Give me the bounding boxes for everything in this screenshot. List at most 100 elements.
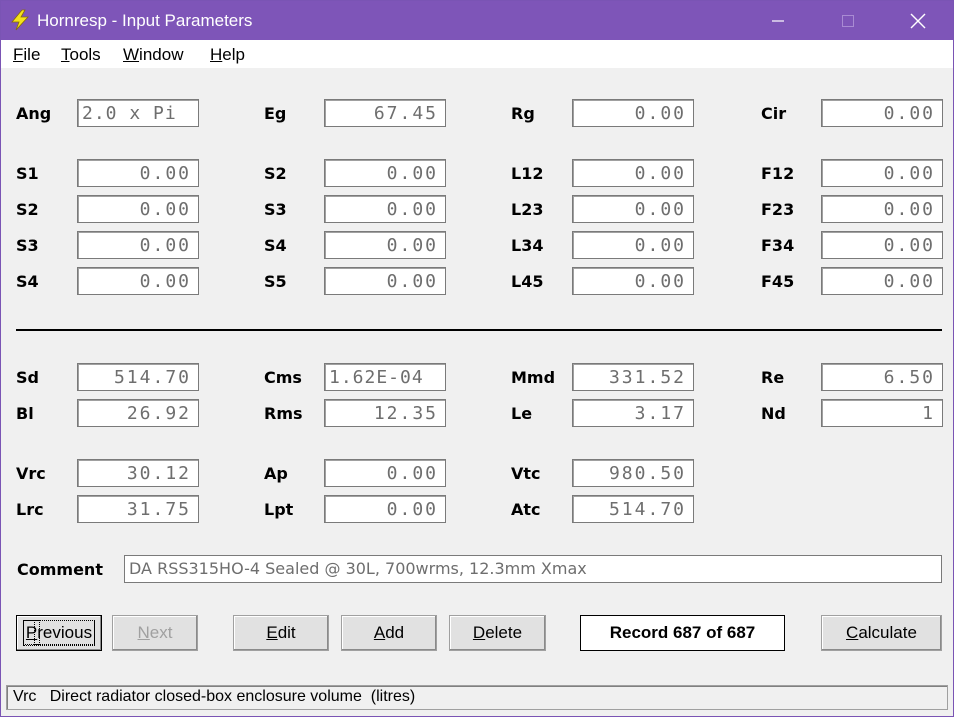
label-f12: F12 <box>761 164 795 183</box>
field-s2[interactable]: 0.00 <box>77 195 199 223</box>
previous-accel: P <box>22 620 41 645</box>
field-eg[interactable]: 67.45 <box>324 99 446 127</box>
label-f45: F45 <box>761 272 795 291</box>
field-lpt[interactable]: 0.00 <box>324 495 446 523</box>
comment-field[interactable]: DA RSS315HO-4 Sealed @ 30L, 700wrms, 12.… <box>124 555 942 583</box>
field-s5[interactable]: 0.00 <box>324 267 446 295</box>
field-lrc[interactable]: 31.75 <box>77 495 199 523</box>
field-ang[interactable]: 2.0 x Pi <box>77 99 199 127</box>
field-l45[interactable]: 0.00 <box>572 267 694 295</box>
menu-tools-accel: T <box>61 45 70 64</box>
edit-text: dit <box>277 623 296 642</box>
menu-file-accel: F <box>13 45 24 64</box>
menu-window[interactable]: Window <box>123 45 183 65</box>
field-s3-b[interactable]: 0.00 <box>324 195 446 223</box>
label-s5: S5 <box>264 272 287 291</box>
lightning-bolt-icon <box>11 9 29 31</box>
maximize-button[interactable] <box>813 1 883 40</box>
field-vtc[interactable]: 980.50 <box>572 459 694 487</box>
label-s3-b: S3 <box>264 200 287 219</box>
field-f23[interactable]: 0.00 <box>821 195 943 223</box>
label-re: Re <box>761 368 785 387</box>
delete-text: elete <box>485 623 523 642</box>
field-mmd[interactable]: 331.52 <box>572 363 694 391</box>
main-window: Hornresp - Input Parameters File Tools W… <box>0 0 954 717</box>
label-ap: Ap <box>264 464 288 483</box>
field-le[interactable]: 3.17 <box>572 399 694 427</box>
close-button[interactable] <box>883 1 953 40</box>
field-bl[interactable]: 26.92 <box>77 399 199 427</box>
label-s4: S4 <box>16 272 39 291</box>
label-cir: Cir <box>761 104 787 123</box>
field-rms[interactable]: 12.35 <box>324 399 446 427</box>
label-f23: F23 <box>761 200 795 219</box>
field-f45[interactable]: 0.00 <box>821 267 943 295</box>
field-nd[interactable]: 1 <box>821 399 943 427</box>
field-l12[interactable]: 0.00 <box>572 159 694 187</box>
label-eg: Eg <box>264 104 287 123</box>
label-nd: Nd <box>761 404 786 423</box>
previous-text: revious <box>34 620 96 645</box>
menu-file[interactable]: File <box>13 45 40 65</box>
label-cms: Cms <box>264 368 302 387</box>
previous-button[interactable]: Previous <box>16 615 102 651</box>
section-divider <box>16 329 942 331</box>
close-icon <box>910 13 926 28</box>
label-l23: L23 <box>511 200 544 219</box>
window-title: Hornresp - Input Parameters <box>37 11 253 30</box>
status-bar: Vrc Direct radiator closed-box enclosure… <box>6 685 948 710</box>
edit-button-label: Edit <box>266 623 295 643</box>
label-le: Le <box>511 404 533 423</box>
menu-tools-label: ools <box>69 45 101 64</box>
field-re[interactable]: 6.50 <box>821 363 943 391</box>
field-f12[interactable]: 0.00 <box>821 159 943 187</box>
field-sd[interactable]: 514.70 <box>77 363 199 391</box>
record-counter: Record 687 of 687 <box>580 615 785 651</box>
field-cir[interactable]: 0.00 <box>821 99 943 127</box>
maximize-icon <box>842 14 854 27</box>
next-button-label: Next <box>138 623 173 643</box>
label-lrc: Lrc <box>16 500 44 519</box>
calculate-text: alculate <box>858 623 917 642</box>
menu-help[interactable]: Help <box>210 45 245 65</box>
label-atc: Atc <box>511 500 541 519</box>
field-l34[interactable]: 0.00 <box>572 231 694 259</box>
field-rg[interactable]: 0.00 <box>572 99 694 127</box>
label-comment: Comment <box>17 560 103 579</box>
delete-accel: D <box>472 623 486 642</box>
edit-button[interactable]: Edit <box>233 615 329 651</box>
field-ap[interactable]: 0.00 <box>324 459 446 487</box>
field-s1[interactable]: 0.00 <box>77 159 199 187</box>
label-ang: Ang <box>16 104 52 123</box>
field-vrc[interactable]: 30.12 <box>77 459 199 487</box>
menu-window-label: indow <box>139 45 184 64</box>
menu-help-label: elp <box>222 45 245 64</box>
menu-tools[interactable]: Tools <box>61 45 101 65</box>
field-s2-b[interactable]: 0.00 <box>324 159 446 187</box>
label-l34: L34 <box>511 236 544 255</box>
calculate-button[interactable]: Calculate <box>821 615 942 651</box>
title-bar[interactable]: Hornresp - Input Parameters <box>1 1 953 40</box>
label-mmd: Mmd <box>511 368 556 387</box>
field-s4-b[interactable]: 0.00 <box>324 231 446 259</box>
add-accel: A <box>373 623 386 642</box>
minimize-icon <box>772 19 784 22</box>
label-vrc: Vrc <box>16 464 46 483</box>
add-button[interactable]: Add <box>341 615 437 651</box>
field-atc[interactable]: 514.70 <box>572 495 694 523</box>
field-cms[interactable]: 1.62E-04 <box>324 363 446 391</box>
label-l45: L45 <box>511 272 544 291</box>
field-l23[interactable]: 0.00 <box>572 195 694 223</box>
minimize-button[interactable] <box>743 1 813 40</box>
label-bl: Bl <box>16 404 34 423</box>
field-f34[interactable]: 0.00 <box>821 231 943 259</box>
label-f34: F34 <box>761 236 795 255</box>
label-s3: S3 <box>16 236 39 255</box>
label-rms: Rms <box>264 404 303 423</box>
field-s3[interactable]: 0.00 <box>77 231 199 259</box>
label-sd: Sd <box>16 368 39 387</box>
next-button[interactable]: Next <box>112 615 198 651</box>
add-text: dd <box>385 623 405 642</box>
field-s4[interactable]: 0.00 <box>77 267 199 295</box>
delete-button[interactable]: Delete <box>449 615 546 651</box>
